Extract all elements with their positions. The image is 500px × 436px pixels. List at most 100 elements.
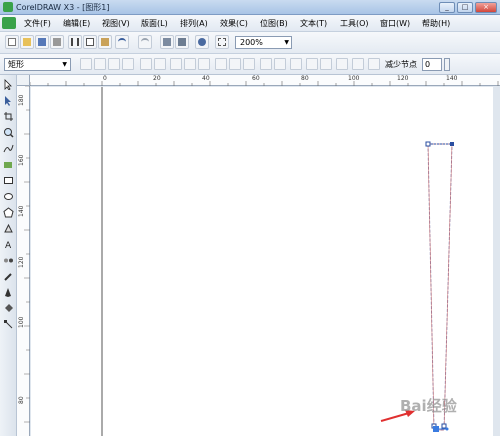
rotate-nodes-icon[interactable]	[274, 58, 286, 70]
new-icon[interactable]	[5, 35, 19, 49]
cut-icon[interactable]	[68, 35, 82, 49]
freehand-tool-icon[interactable]	[3, 143, 14, 154]
shape-tool-icon[interactable]	[3, 95, 14, 106]
title-bar: CorelDRAW X3 - [图形1] _ □ ×	[0, 0, 500, 15]
delete-node-icon[interactable]	[94, 58, 106, 70]
menu-layout[interactable]: 版面(L)	[141, 18, 168, 29]
paste-icon[interactable]	[98, 35, 112, 49]
export-icon[interactable]	[175, 35, 189, 49]
property-bar: 矩形 ▼ 减少节点 0	[0, 54, 500, 75]
menu-help[interactable]: 帮助(H)	[422, 18, 450, 29]
control-handle-point[interactable]	[445, 427, 449, 431]
chevron-down-icon: ▼	[284, 39, 289, 46]
menu-view[interactable]: 视图(V)	[102, 18, 130, 29]
cusp-node-icon[interactable]	[170, 58, 182, 70]
redo-icon[interactable]	[138, 35, 152, 49]
document-icon	[2, 17, 16, 29]
application-launcher-icon[interactable]	[195, 35, 209, 49]
minimize-button[interactable]: _	[439, 2, 455, 13]
zoom-level-select[interactable]: 200% ▼	[235, 36, 292, 49]
interactive-fill-tool-icon[interactable]	[3, 319, 14, 330]
welcome-screen-icon[interactable]	[215, 35, 229, 49]
extract-subpath-icon[interactable]	[243, 58, 255, 70]
elastic-mode-icon[interactable]	[336, 58, 348, 70]
undo-icon[interactable]	[115, 35, 129, 49]
curve-smoothness-spinner[interactable]	[444, 58, 450, 71]
align-nodes-icon[interactable]	[290, 58, 302, 70]
ruler-h-label: 80	[301, 75, 309, 82]
menu-window[interactable]: 窗口(W)	[380, 18, 410, 29]
curve-node[interactable]	[450, 142, 454, 146]
ruler-v-label: 180	[18, 94, 25, 106]
menu-bitmaps[interactable]: 位图(B)	[260, 18, 288, 29]
vertical-ruler[interactable]: 180 160 140 120 100 80	[17, 86, 30, 436]
pick-tool-icon[interactable]	[3, 79, 14, 91]
object-type-select[interactable]: 矩形 ▼	[4, 58, 71, 71]
horizontal-ruler[interactable]: 0 20 40 60 80 100 120 140	[30, 75, 500, 86]
zoom-level-value: 200%	[240, 38, 263, 47]
eyedropper-tool-icon[interactable]	[3, 271, 14, 282]
save-icon[interactable]	[35, 35, 49, 49]
symmetrical-node-icon[interactable]	[198, 58, 210, 70]
fill-tool-icon[interactable]	[3, 303, 14, 314]
ruler-h-label: 100	[348, 75, 360, 82]
ruler-h-label: 60	[252, 75, 260, 82]
window-title: CorelDRAW X3 - [图形1]	[16, 3, 110, 12]
reduce-nodes-label: 减少节点	[385, 60, 417, 69]
ruler-v-label: 80	[18, 396, 25, 404]
ruler-h-label: 0	[103, 75, 107, 82]
curve-node[interactable]	[425, 141, 431, 147]
interactive-blend-tool-icon[interactable]	[3, 255, 14, 266]
drawing-canvas[interactable]	[31, 87, 493, 436]
smooth-node-icon[interactable]	[184, 58, 196, 70]
vertical-scrollbar[interactable]	[493, 87, 500, 436]
convert-to-curve-icon[interactable]	[154, 58, 166, 70]
menu-file[interactable]: 文件(F)	[24, 18, 51, 29]
break-curve-icon[interactable]	[122, 58, 134, 70]
convert-to-line-icon[interactable]	[140, 58, 152, 70]
menu-effects[interactable]: 效果(C)	[220, 18, 248, 29]
ruler-origin[interactable]	[17, 75, 30, 86]
print-icon[interactable]	[50, 35, 64, 49]
curve-node[interactable]	[441, 423, 447, 429]
selected-curve-node[interactable]	[433, 426, 439, 432]
horizontal-reflect-icon[interactable]	[306, 58, 318, 70]
menu-edit[interactable]: 编辑(E)	[63, 18, 90, 29]
join-nodes-icon[interactable]	[108, 58, 120, 70]
polygon-tool-icon[interactable]	[3, 207, 14, 218]
menu-arrange[interactable]: 排列(A)	[180, 18, 208, 29]
basic-shapes-tool-icon[interactable]	[3, 223, 14, 234]
rectangle-tool-icon[interactable]	[3, 175, 14, 186]
reduce-nodes-icon[interactable]	[368, 58, 380, 70]
ruler-v-label: 120	[18, 256, 25, 268]
svg-text:A: A	[5, 241, 12, 250]
crop-tool-icon[interactable]	[3, 111, 14, 122]
close-button[interactable]: ×	[475, 2, 497, 13]
reverse-direction-icon[interactable]	[215, 58, 227, 70]
zoom-tool-icon[interactable]	[3, 127, 14, 138]
add-node-icon[interactable]	[80, 58, 92, 70]
curve-smoothness-input[interactable]: 0	[422, 58, 442, 71]
ruler-h-label: 40	[202, 75, 210, 82]
watermark-text: Bai经验	[400, 397, 457, 415]
outline-tool-icon[interactable]	[3, 287, 14, 298]
ellipse-tool-icon[interactable]	[3, 191, 14, 202]
open-icon[interactable]	[20, 35, 34, 49]
menu-text[interactable]: 文本(T)	[300, 18, 327, 29]
coreldraw-window: CorelDRAW X3 - [图形1] _ □ × 文件(F) 编辑(E) 视…	[0, 0, 500, 436]
ruler-v-label: 100	[18, 316, 25, 328]
extend-curve-icon[interactable]	[229, 58, 241, 70]
stretch-nodes-icon[interactable]	[260, 58, 272, 70]
ruler-h-label: 140	[446, 75, 458, 82]
selected-curve-shape[interactable]	[427, 143, 453, 431]
smart-fill-tool-icon[interactable]	[3, 159, 14, 170]
menu-tools[interactable]: 工具(O)	[340, 18, 369, 29]
text-tool-icon[interactable]: A	[3, 239, 14, 251]
maximize-button[interactable]: □	[457, 2, 473, 13]
toolbox: A	[0, 75, 17, 436]
select-all-nodes-icon[interactable]	[352, 58, 364, 70]
copy-icon[interactable]	[83, 35, 97, 49]
vertical-reflect-icon[interactable]	[320, 58, 332, 70]
object-type-value: 矩形	[8, 60, 24, 69]
import-icon[interactable]	[160, 35, 174, 49]
